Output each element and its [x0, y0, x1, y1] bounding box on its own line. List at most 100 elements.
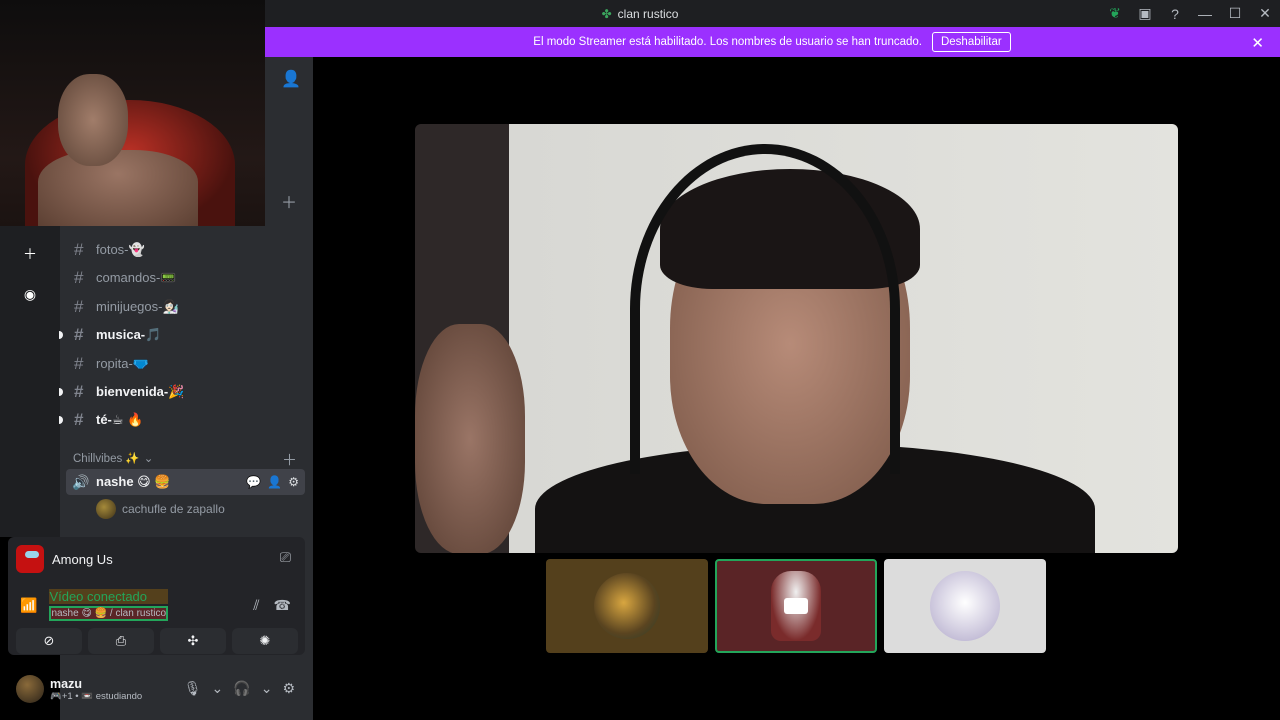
headphones-graphic [630, 144, 900, 474]
user-info[interactable]: mazu 🎮+1 • 📼 estudiando [50, 677, 142, 702]
hash-icon: # [74, 410, 84, 429]
microphone-icon[interactable]: 🎙 [184, 680, 202, 697]
connection-controls: ⫽ ☎ [253, 597, 291, 614]
game-name: Among Us [52, 551, 113, 567]
hash-icon: # [74, 325, 84, 344]
channel-item[interactable]: # minijuegos-👩🏻‍🔬 [68, 294, 305, 320]
channel-item[interactable]: # comandos-📟 [68, 265, 305, 291]
avatar[interactable] [16, 675, 44, 703]
nitro-leaf-icon[interactable]: ❦ [1100, 0, 1130, 27]
share-activity-icon[interactable]: ⎚ [280, 549, 291, 566]
avatar [930, 571, 1000, 641]
window-title: ✤ clan rustico [602, 7, 679, 21]
chevron-down-icon: ⌄ [143, 453, 154, 465]
hash-icon: # [74, 354, 84, 373]
hash-icon: # [74, 268, 84, 287]
main-video-tile[interactable] [415, 124, 1178, 553]
help-icon[interactable]: ? [1160, 0, 1190, 27]
titlebar-controls: ❦ ▣ ? — ☐ ✕ [1100, 0, 1280, 27]
activity-panel: Among Us ⎚ 📶 Vídeo conectado nashe 😋 🍔 /… [8, 537, 305, 655]
disconnect-icon[interactable]: ☎ [274, 597, 291, 614]
discord-window: ✤ clan rustico ❦ ▣ ? — ☐ ✕ El modo Strea… [0, 0, 1280, 720]
channel-name: comandos-📟 [96, 270, 177, 285]
explore-servers-icon[interactable]: ◉ [20, 284, 40, 304]
speaker-icon: 🔊 [72, 473, 90, 490]
create-channel-icon[interactable]: ＋ [281, 189, 297, 213]
category-header[interactable]: Chillvibes ✨ ⌄ [73, 451, 153, 465]
noise-suppression-icon[interactable]: ⫽ [253, 597, 259, 614]
user-panel: mazu 🎮+1 • 📼 estudiando 🎙 ⌄ 🎧 ⌄ ⚙ [8, 664, 305, 714]
voice-channel-name: nashe 😋 🍔 [96, 474, 171, 489]
activities-button[interactable]: ✣ [160, 628, 226, 654]
activities-icon: ✣ [187, 633, 199, 648]
add-friend-icon[interactable]: 👤 [281, 69, 301, 89]
member-name: cachufle de zapallo [122, 502, 225, 516]
chevron-down-icon[interactable]: ⌄ [212, 680, 224, 697]
hash-icon: # [74, 297, 84, 316]
maximize-icon[interactable]: ☐ [1220, 0, 1250, 27]
channel-name: musica-🎵 [96, 327, 162, 342]
unread-indicator [59, 388, 63, 396]
channel-name: minijuegos-👩🏻‍🔬 [96, 299, 179, 314]
participant-tile[interactable] [884, 559, 1046, 653]
gear-icon[interactable]: ⚙ [282, 680, 295, 697]
disable-streamer-button[interactable]: Deshabilitar [931, 32, 1011, 52]
participant-tile[interactable] [546, 559, 708, 653]
screen-share-icon: ⎙ [115, 633, 127, 648]
close-icon[interactable]: ✕ [1250, 0, 1280, 27]
voice-member[interactable]: cachufle de zapallo [96, 499, 225, 519]
hash-icon: # [74, 382, 84, 401]
among-us-icon [16, 545, 44, 573]
participant-tile-active[interactable] [715, 559, 877, 653]
avatar [771, 571, 821, 641]
channel-item[interactable]: # fotos-👻 [68, 237, 305, 263]
avatar [594, 573, 660, 639]
banner-close-icon[interactable]: ✕ [1251, 34, 1264, 52]
video-camera-icon [784, 598, 808, 614]
channel-item[interactable]: # bienvenida-🎉 [59, 379, 305, 405]
game-activity[interactable]: Among Us [16, 545, 113, 573]
connection-status[interactable]: Vídeo conectado [49, 589, 169, 604]
create-voice-channel-icon[interactable]: ＋ [282, 449, 297, 470]
channel-item[interactable]: # ropita-🩲 [68, 351, 305, 377]
camera-off-icon: ⊘ [43, 633, 55, 648]
avatar [96, 499, 116, 519]
facecam-person-body [38, 150, 198, 226]
soundboard-icon: ✺ [259, 633, 271, 648]
chevron-down-icon[interactable]: ⌄ [261, 680, 273, 697]
voice-channel-actions: 💬 👤 ⚙ [246, 475, 299, 489]
voice-connection-status: 📶 Vídeo conectado nashe 😋 🍔 / clan rusti… [20, 589, 169, 621]
minimize-icon[interactable]: — [1190, 0, 1220, 27]
channel-item[interactable]: # musica-🎵 [59, 322, 305, 348]
voice-channel-item[interactable]: 🔊 nashe 😋 🍔 💬 👤 ⚙ [66, 469, 305, 495]
signal-icon: 📶 [20, 596, 38, 613]
hash-icon: # [74, 240, 84, 259]
streamer-mode-banner: El modo Streamer está habilitado. Los no… [264, 27, 1280, 57]
headphones-icon[interactable]: 🎧 [233, 680, 250, 697]
channel-name: ropita-🩲 [96, 356, 150, 371]
window-title-text: clan rustico [617, 6, 679, 21]
inbox-icon[interactable]: ▣ [1130, 0, 1160, 27]
user-status: 🎮+1 • 📼 estudiando [50, 690, 143, 702]
camera-off-button[interactable]: ⊘ [16, 628, 82, 654]
leaf-icon: ✤ [601, 6, 612, 21]
channel-name: fotos-👻 [96, 242, 145, 257]
channel-item[interactable]: # té-☕ 🔥 [59, 407, 305, 433]
category-name: Chillvibes ✨ [73, 453, 140, 465]
unread-indicator [59, 416, 63, 424]
activity-buttons: ⊘ ⎙ ✣ ✺ [16, 628, 298, 654]
channel-name: bienvenida-🎉 [96, 384, 185, 399]
facecam-person-head [58, 74, 128, 166]
facecam-overlay [0, 0, 265, 226]
soundboard-button[interactable]: ✺ [232, 628, 298, 654]
chat-icon[interactable]: 💬 [246, 475, 261, 489]
connection-location[interactable]: nashe 😋 🍔 / clan rustico [49, 606, 169, 621]
gear-icon[interactable]: ⚙ [288, 475, 299, 489]
screen-share-button[interactable]: ⎙ [88, 628, 154, 654]
unread-indicator [59, 331, 63, 339]
add-server-icon[interactable]: ＋ [20, 244, 40, 264]
user-controls: 🎙 ⌄ 🎧 ⌄ ⚙ [184, 680, 295, 697]
banner-message: El modo Streamer está habilitado. Los no… [533, 36, 922, 48]
invite-icon[interactable]: 👤 [267, 475, 282, 489]
username: mazu [50, 676, 82, 691]
